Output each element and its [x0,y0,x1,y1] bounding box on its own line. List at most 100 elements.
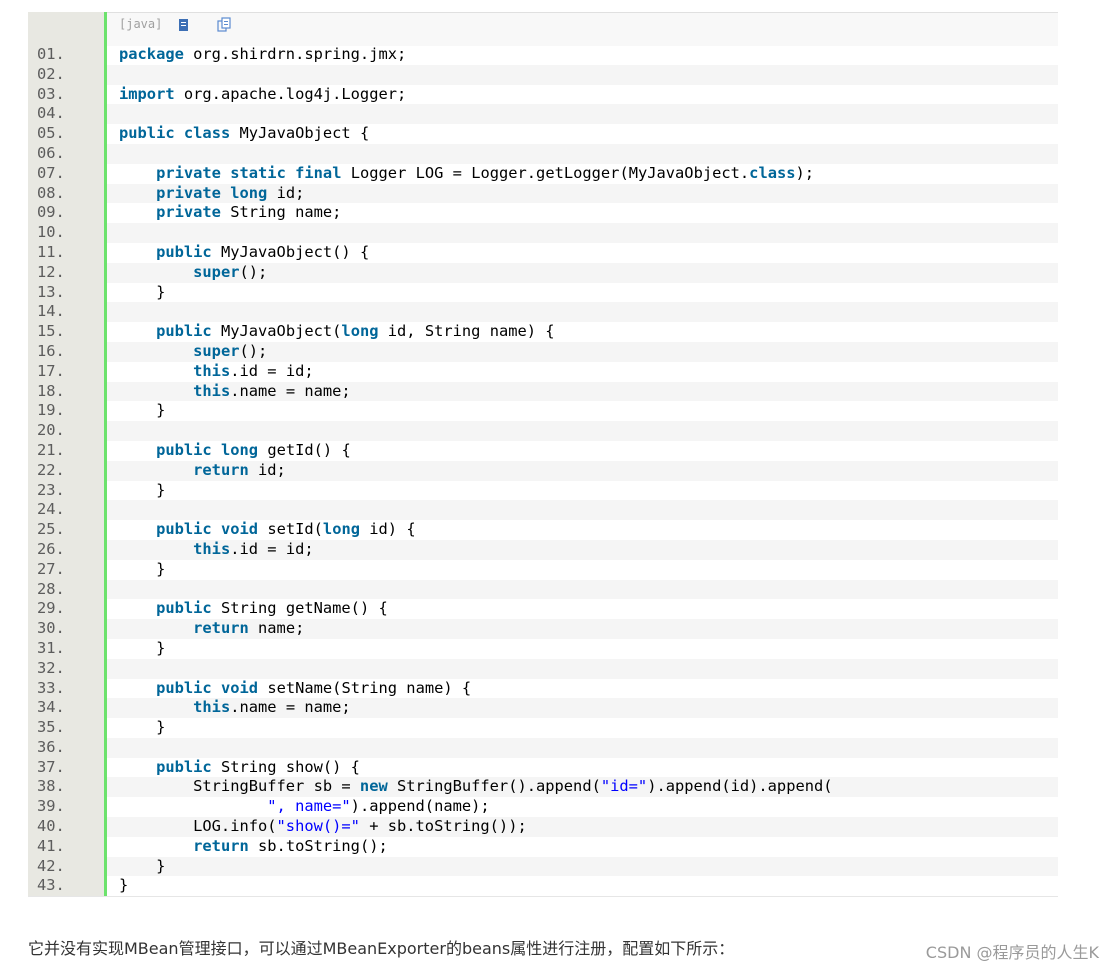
line-number: 21. [37,440,65,459]
keyword-token: class [183,124,231,143]
code-text: package org.shirdrn.spring.jmx; [107,45,1058,65]
code-line: 38. StringBuffer sb = new StringBuffer()… [28,777,1058,798]
code-token: MyJavaObject( [211,322,342,341]
body-paragraph: 它并没有实现MBean管理接口，可以通过MBeanExporter的beans属… [28,939,735,958]
code-line: 05. public class MyJavaObject { [28,124,1058,144]
line-number: 37. [37,757,65,776]
keyword-token: return [193,460,249,479]
code-line: 32. [28,658,1058,679]
code-token: org.apache.log4j.Logger; [174,84,407,103]
line-number: 28. [37,579,65,598]
code-token: String show() { [211,757,360,776]
code-token: MyJavaObject() { [211,242,370,261]
string-token: "id=" [600,777,648,796]
line-number: 39. [37,797,65,816]
line-number: 34. [37,698,65,717]
code-line: 03. import org.apache.log4j.Logger; [28,85,1058,105]
code-text [107,421,1058,441]
code-token: (); [239,262,268,281]
code-token: .id = id; [230,539,314,558]
line-number: 27. [37,559,65,578]
keyword-token: public [156,242,212,261]
line-number: 06. [37,143,65,162]
code-text: return id; [107,460,1058,481]
line-number: 36. [37,737,65,756]
line-number: 35. [37,718,65,737]
keyword-token: super [193,341,240,360]
code-token: StringBuffer().append( [387,777,601,796]
view-source-icon[interactable] [176,17,192,33]
keyword-token: long [341,322,379,341]
code-text: private long id; [107,183,1058,204]
code-token: id) { [360,520,416,539]
code-token: setName(String name) { [258,678,472,697]
copy-to-clipboard-icon[interactable] [216,17,232,33]
code-text: StringBuffer sb = new StringBuffer().app… [107,777,1058,798]
code-token: id; [267,183,305,202]
line-number: 15. [37,322,65,341]
code-text: } [107,718,1058,738]
code-text: return name; [107,619,1058,639]
string-token: ", name=" [267,797,351,816]
code-token: MyJavaObject { [230,124,370,143]
line-number: 18. [37,381,65,400]
keyword-token: public [119,124,175,143]
keyword-token: new [359,777,388,796]
line-number: 32. [37,658,65,677]
code-text: ", name=").append(name); [107,797,1058,817]
keyword-token: return [193,619,249,638]
line-number: 05. [37,124,65,143]
code-token: LOG.info( [119,817,277,836]
code-line: 30. return name; [28,619,1058,639]
code-line: 39. ", name=").append(name); [28,797,1058,817]
line-number: 11. [37,242,65,261]
code-line: 06. [28,143,1058,164]
keyword-token: this [193,361,231,380]
code-text: } [107,856,1058,877]
line-number: 22. [37,460,65,479]
line-number: 20. [37,421,65,440]
line-number: 03. [37,84,65,103]
code-line: 31. } [28,639,1058,659]
code-token: .id = id; [230,361,314,380]
line-number: 25. [37,520,65,539]
code-line: 16. super(); [28,341,1058,362]
code-text: public long getId() { [107,441,1058,461]
line-number: 04. [37,104,65,123]
code-text: this.id = id; [107,362,1058,382]
keyword-token: long [220,440,259,459]
line-number: 23. [37,480,65,499]
code-text [107,658,1058,679]
code-line: 21. public long getId() { [28,441,1058,461]
keyword-token: public [156,757,212,776]
code-line: 02. [28,64,1058,85]
code-line: 12. super(); [28,262,1058,283]
keyword-token: public [156,440,212,459]
code-line: 23. } [28,481,1058,501]
keyword-token: private [156,163,221,182]
keyword-token: private [156,183,221,202]
code-line: 41. return sb.toString(); [28,837,1058,857]
code-line: 43.} [28,876,1058,896]
code-line: 20. [28,421,1058,441]
keyword-token: static [230,163,286,182]
code-text: this.name = name; [107,698,1058,719]
keyword-token: long [322,520,360,539]
code-line: 25. public void setId(long id) { [28,520,1058,540]
code-token: sb.toString(); [248,836,388,855]
code-token: } [119,638,166,657]
code-line: 37. public String show() { [28,758,1058,778]
code-token: } [119,401,166,420]
code-token: id, String name) { [378,322,555,341]
code-text: } [107,401,1058,421]
